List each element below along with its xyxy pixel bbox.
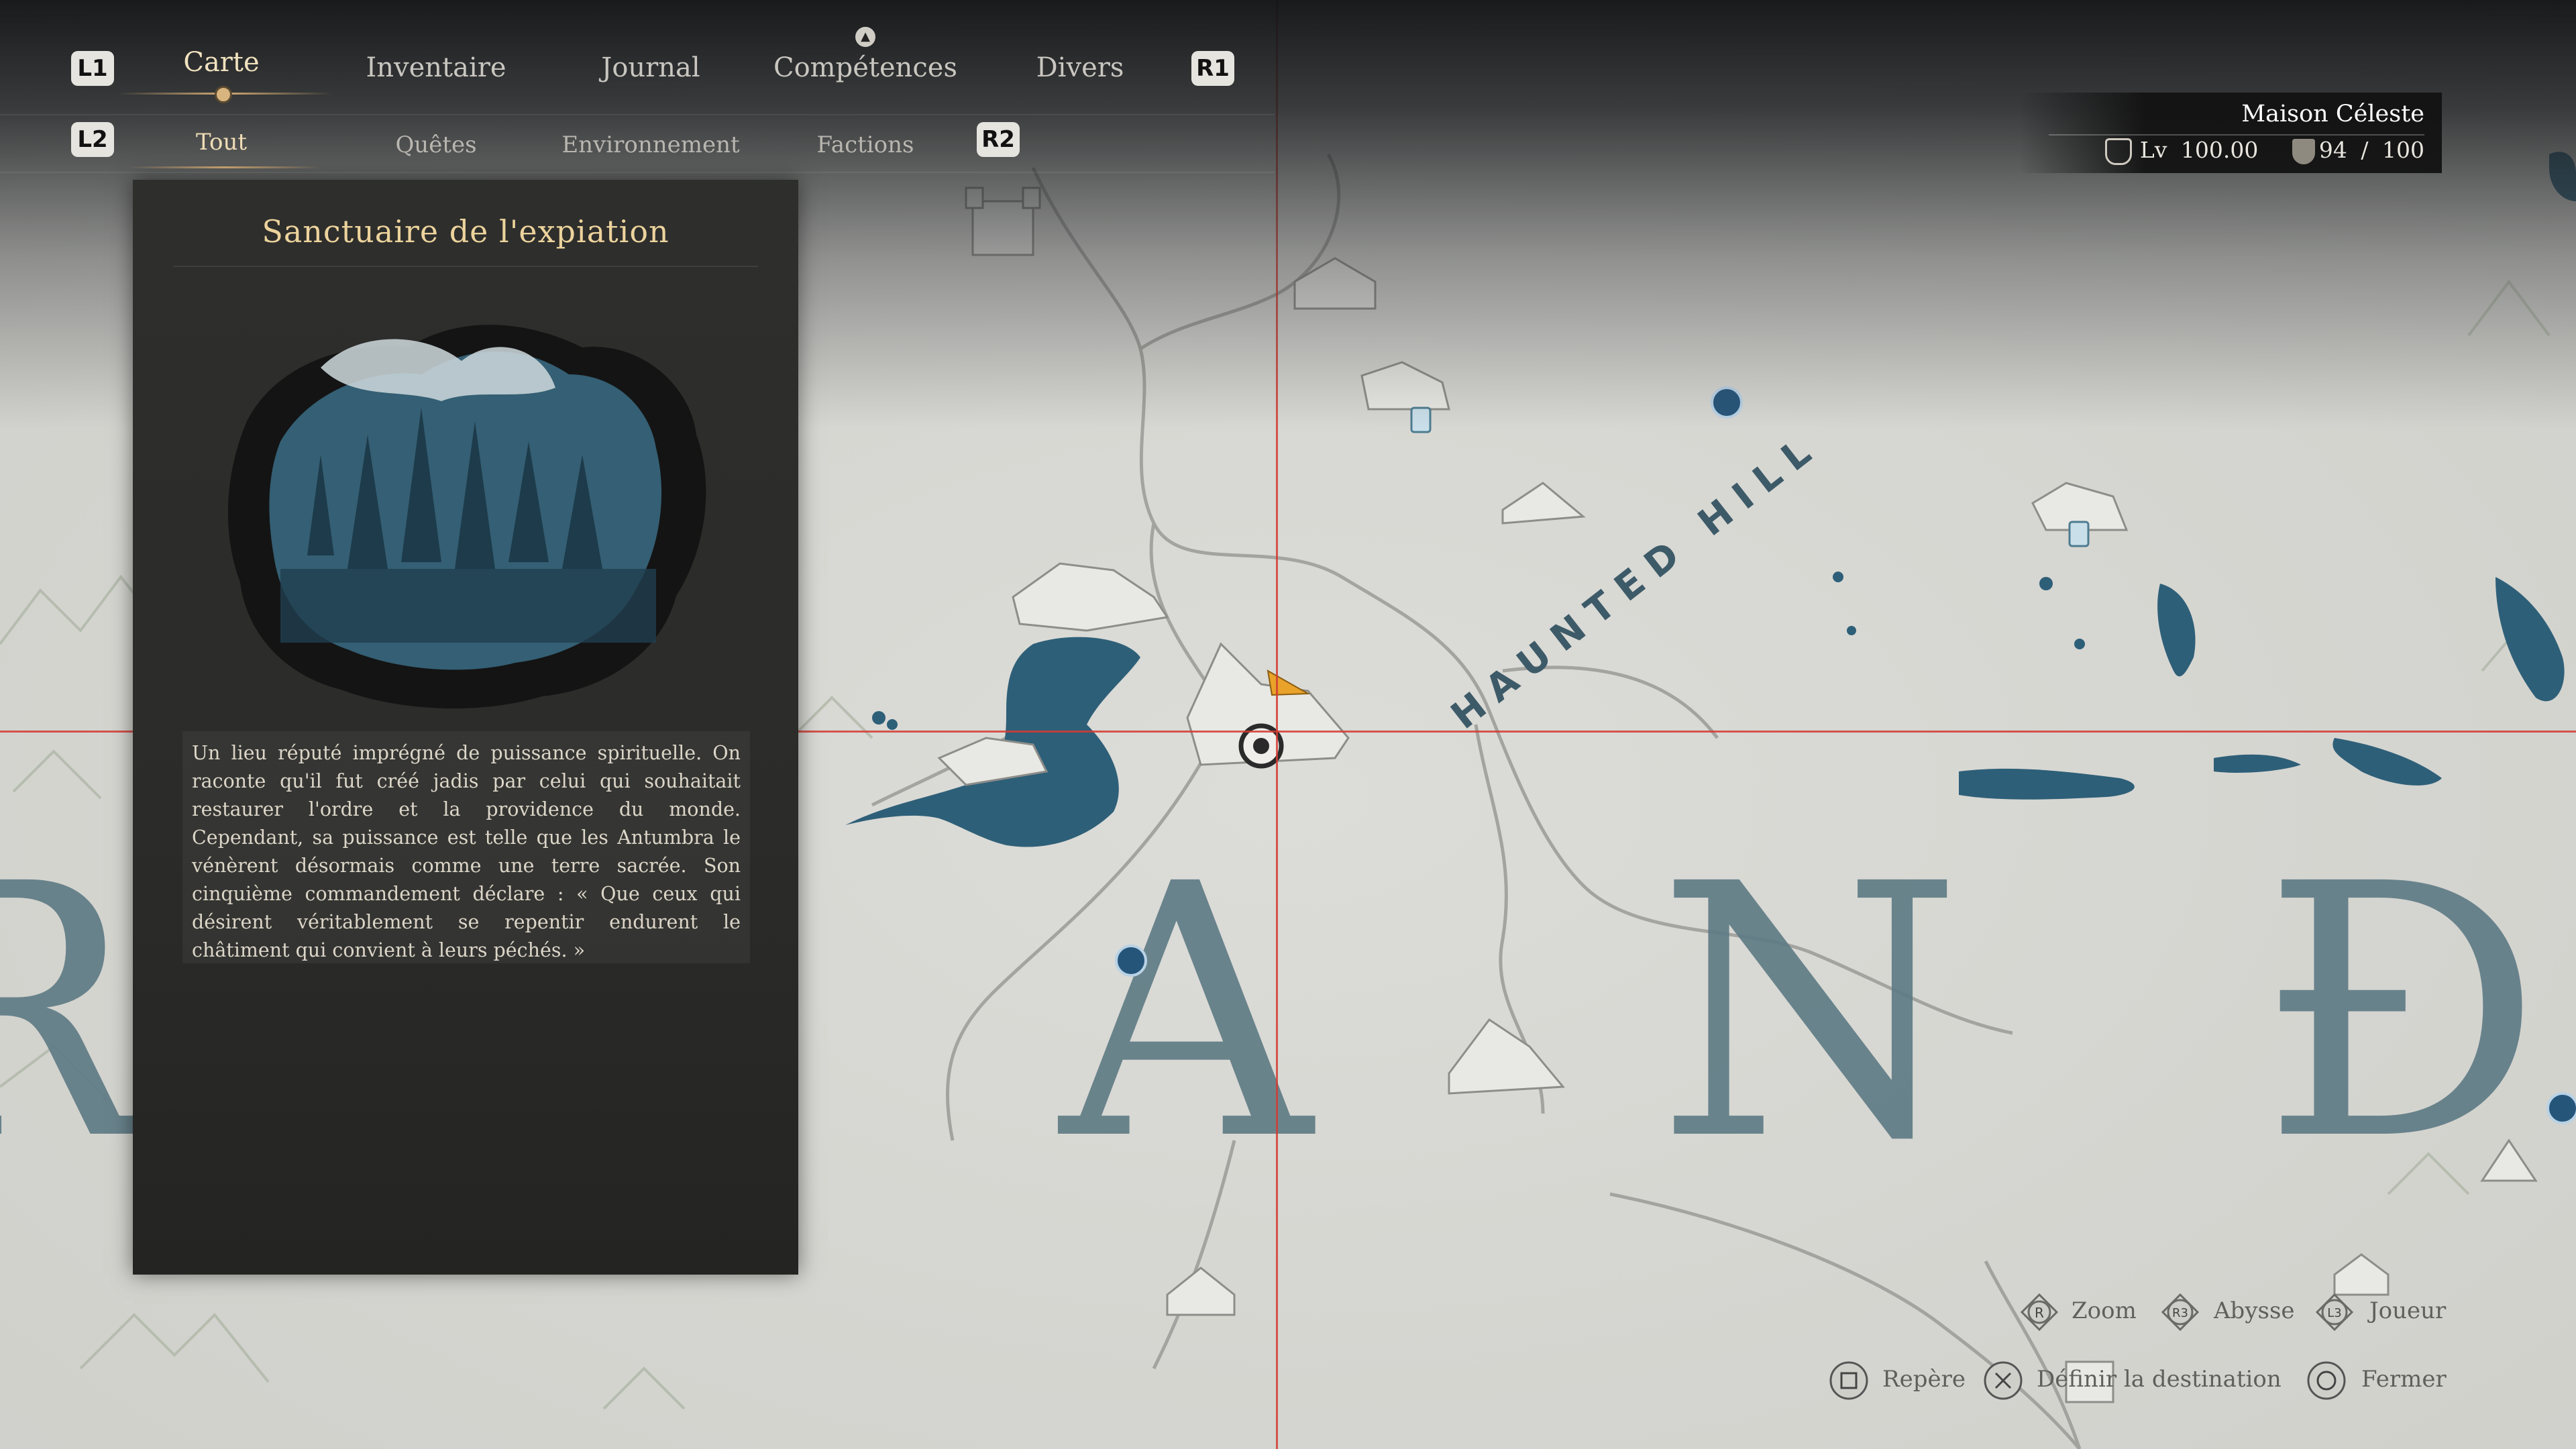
abyss-hint[interactable]: Abysse — [2214, 1297, 2295, 1324]
level-label: Lv — [2139, 137, 2167, 163]
tab-carte[interactable]: Carte — [183, 47, 259, 78]
tab-divers[interactable]: Divers — [1036, 52, 1124, 83]
capacity-separator: / — [2361, 137, 2369, 163]
r2-button-icon[interactable]: R2 — [977, 122, 1020, 157]
subtab-factions[interactable]: Factions — [817, 131, 914, 158]
l3-button-icon: L3 — [2315, 1293, 2354, 1332]
close-hint[interactable]: Fermer — [2361, 1366, 2447, 1393]
level-emblem-icon — [2104, 138, 2132, 165]
shield-icon — [2292, 139, 2315, 164]
location-illustration — [227, 325, 706, 709]
subtab-tout-underline — [127, 166, 322, 168]
svg-text:R3: R3 — [2172, 1306, 2188, 1320]
location-description-box: Un lieu réputé imprégné de puissance spi… — [182, 731, 750, 963]
title-divider — [173, 266, 758, 267]
location-description: Un lieu réputé imprégné de puissance spi… — [192, 742, 741, 961]
capacity-max: 100 — [2382, 137, 2424, 163]
player-stats: Lv 100.00 94 / 100 — [2104, 137, 2424, 165]
capacity-current: 94 — [2318, 137, 2347, 163]
tab-journal[interactable]: Journal — [601, 52, 700, 83]
cross-button-icon — [1984, 1361, 2023, 1400]
l2-button-icon[interactable]: L2 — [71, 122, 114, 157]
player-name: Maison Céleste — [2241, 101, 2424, 127]
subtab-divider — [0, 172, 1275, 173]
skill-notification-icon: ▲ — [855, 27, 875, 47]
subtab-tout[interactable]: Tout — [196, 129, 247, 156]
player-box-divider — [2049, 134, 2424, 136]
active-tab-dot-icon — [215, 86, 232, 103]
subtab-environnement[interactable]: Environnement — [561, 131, 739, 158]
crosshair-vertical — [1276, 0, 1278, 1449]
right-stick-icon: R — [2020, 1293, 2059, 1332]
subtab-quetes[interactable]: Quêtes — [395, 131, 476, 158]
l1-button-icon[interactable]: L1 — [71, 51, 114, 86]
r3-button-icon: R3 — [2161, 1293, 2200, 1332]
big-letter-n: N — [1657, 810, 1962, 1216]
square-button-icon — [1829, 1361, 1868, 1400]
marker-hint[interactable]: Repère — [1882, 1366, 1966, 1393]
tab-competences[interactable]: Compétences — [773, 52, 957, 83]
svg-text:L3: L3 — [2327, 1306, 2341, 1320]
level-value: 100.00 — [2180, 137, 2259, 163]
player-hint[interactable]: Joueur — [2369, 1297, 2446, 1324]
r1-button-icon[interactable]: R1 — [1191, 51, 1234, 86]
location-title: Sanctuaire de l'expiation — [262, 213, 669, 250]
set-destination-hint[interactable]: Définir la destination — [2037, 1366, 2282, 1393]
svg-text:R: R — [2035, 1305, 2044, 1321]
big-letter-r: R — [0, 810, 152, 1216]
zoom-hint[interactable]: Zoom — [2072, 1297, 2137, 1324]
tab-inventaire[interactable]: Inventaire — [366, 52, 506, 83]
tab-divider — [0, 114, 1275, 115]
location-info-panel: Sanctuaire de l'expiation Un lieu réputé… — [133, 180, 798, 1275]
circle-button-icon — [2307, 1361, 2346, 1400]
player-info-box: Maison Céleste Lv 100.00 94 / 100 — [2019, 93, 2442, 173]
